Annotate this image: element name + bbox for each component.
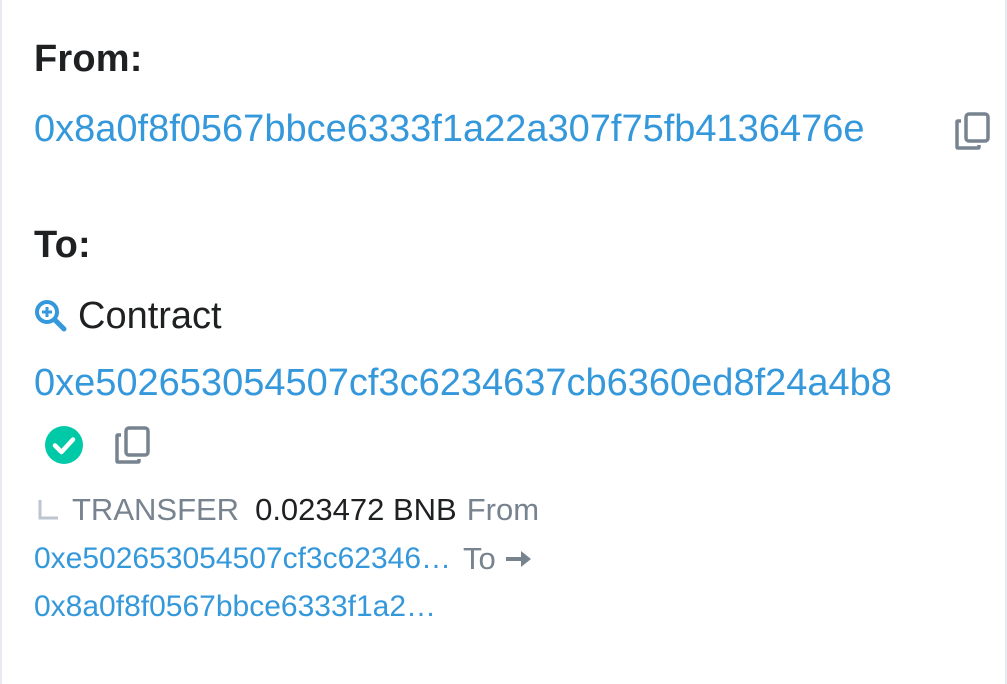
transfer-from-row: 0xe502653054507cf3c62346… To (34, 539, 534, 579)
contract-label: Contract (78, 294, 222, 337)
transfer-amount: 0.023472 BNB (255, 492, 457, 527)
contract-row: Contract (34, 293, 222, 339)
check-circle-icon (45, 426, 83, 464)
transfer-to-label: To (463, 541, 496, 576)
internal-transfer-line: TRANSFER 0.023472 BNB From (34, 490, 539, 530)
copy-from-address-button[interactable] (953, 111, 993, 151)
transfer-to-row: 0x8a0f8f0567bbce6333f1a2… (34, 587, 436, 627)
to-label: To: (34, 224, 91, 266)
copy-icon (115, 426, 150, 464)
copy-icon (955, 112, 990, 150)
corner-down-right-icon (38, 500, 58, 520)
verified-contract-badge (43, 424, 85, 466)
from-address-link[interactable]: 0x8a0f8f0567bbce6333f1a22a307f75fb413647… (34, 108, 864, 151)
to-contract-address-link[interactable]: 0xe502653054507cf3c6234637cb6360ed8f24a4… (34, 362, 892, 405)
transfer-type-label: TRANSFER (72, 492, 240, 527)
transfer-from-label: From (466, 492, 540, 527)
arrow-right-icon (505, 551, 531, 567)
copy-to-address-button[interactable] (113, 424, 153, 466)
from-label: From: (34, 38, 143, 80)
left-border (0, 0, 2, 684)
transfer-from-address-link[interactable]: 0xe502653054507cf3c62346… (34, 542, 451, 576)
transfer-to-address-link[interactable]: 0x8a0f8f0567bbce6333f1a2… (34, 590, 436, 624)
search-plus-icon[interactable] (34, 299, 68, 333)
